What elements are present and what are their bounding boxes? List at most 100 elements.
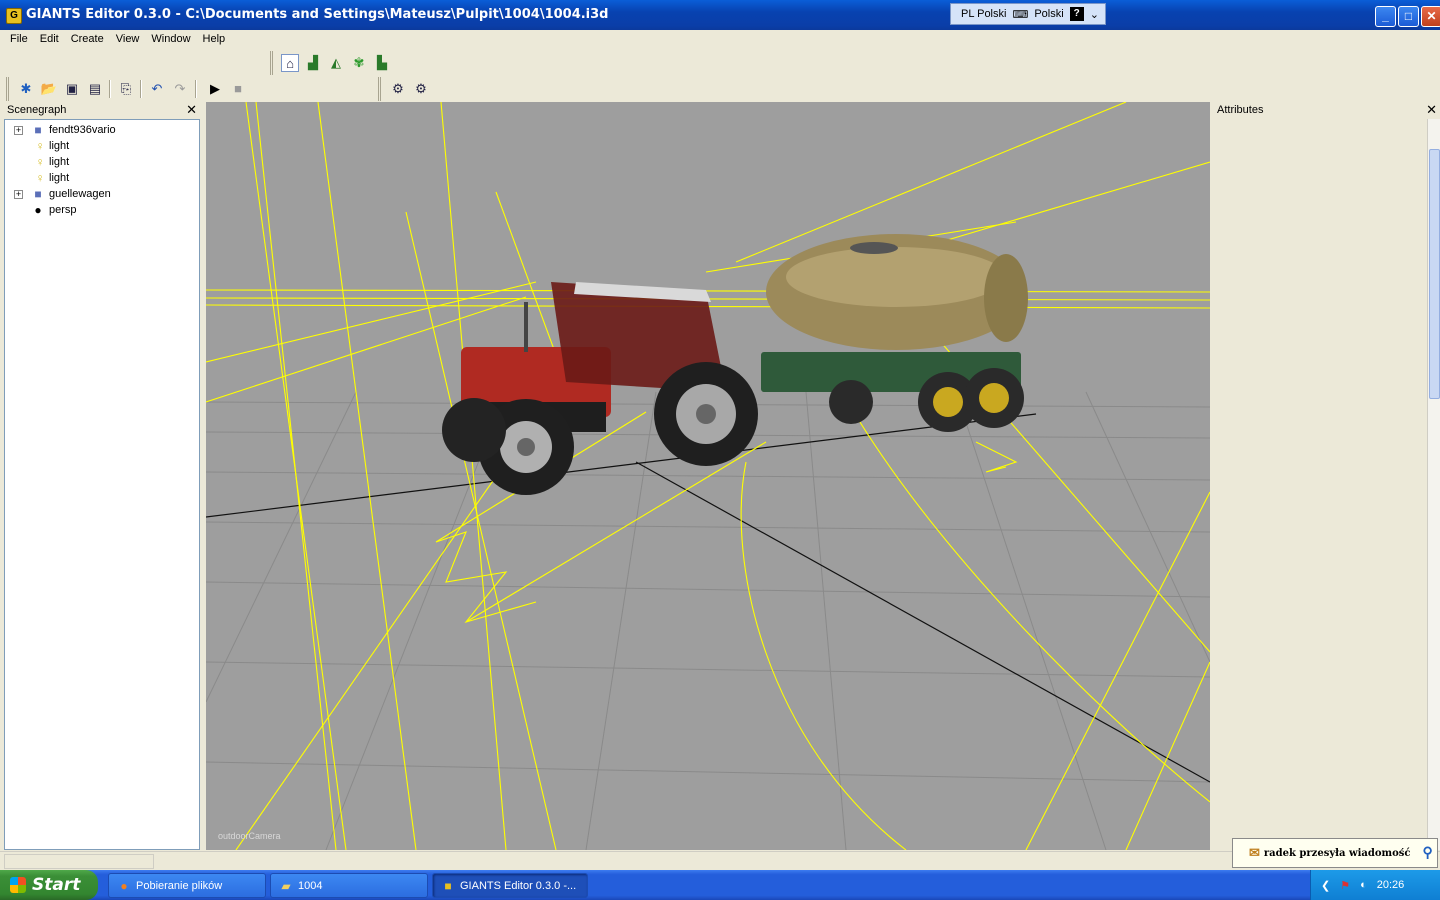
tree-node-label: persp <box>49 204 77 216</box>
settings-alt-icon[interactable]: ⚙ <box>412 80 430 98</box>
foliage-paint-icon[interactable]: ✾ <box>350 54 368 72</box>
main-toolbar: ✱ 📂 ▣ ▤ ⎘ ↶ ↷ ▶ ■ <box>6 77 376 101</box>
keyboard-layout[interactable]: Polski <box>1034 8 1063 20</box>
task-label: Pobieranie plików <box>136 879 223 892</box>
network-icon[interactable]: ◐ <box>1360 879 1367 891</box>
menu-view[interactable]: View <box>110 30 146 45</box>
title-bar: G GIANTS Editor 0.3.0 - C:\Documents and… <box>0 0 1440 30</box>
menu-bar: File Edit Create View Window Help <box>0 30 1440 50</box>
language-code[interactable]: PL Polski <box>961 8 1006 20</box>
tree-node-label: guellewagen <box>49 188 111 200</box>
scenegraph-panel: Scenegraph ✕ + ■ fendt936vario ♀ light ♀… <box>4 102 200 850</box>
texture-paint-icon[interactable]: ▙ <box>373 54 391 72</box>
expand-icon[interactable]: + <box>14 190 23 199</box>
start-button[interactable]: Start <box>0 870 98 900</box>
slurry-tanker-model[interactable] <box>761 234 1028 432</box>
transform-node-icon: ■ <box>34 187 42 201</box>
system-tray: ❮ ⚑ ◐ 20:26 <box>1310 870 1440 900</box>
menu-window[interactable]: Window <box>145 30 196 45</box>
tree-node-fendt936vario[interactable]: + ■ fendt936vario <box>5 122 199 138</box>
chevron-left-icon[interactable]: ❮ <box>1321 879 1330 892</box>
light-bulb-icon: ♀ <box>35 139 45 153</box>
giants-icon: ■ <box>444 878 452 893</box>
scrollbar-thumb[interactable] <box>1429 149 1440 399</box>
viewport-scene[interactable] <box>206 102 1210 850</box>
terrain-paint-icon[interactable]: ▟ <box>304 54 322 72</box>
settings-icon[interactable]: ⚙ <box>389 80 407 98</box>
close-icon[interactable]: ✕ <box>1426 102 1437 117</box>
flag-icon[interactable]: ⚑ <box>1340 879 1350 892</box>
import-icon[interactable]: ⎘ <box>117 80 135 98</box>
windows-logo-icon <box>10 877 26 893</box>
language-bar[interactable]: PL Polski ⌨ Polski ? ⌄ <box>950 3 1106 25</box>
clock[interactable]: 20:26 <box>1377 879 1405 891</box>
toolbar-separator <box>195 80 197 98</box>
help-icon[interactable]: ? <box>1069 7 1084 21</box>
camera-label: outdoorCamera <box>218 831 281 841</box>
open-icon[interactable]: 📂 <box>40 80 58 98</box>
task-label: 1004 <box>298 879 323 892</box>
new-icon[interactable]: ✱ <box>17 80 35 98</box>
firefox-icon: ● <box>120 878 128 893</box>
minimize-button[interactable]: _ <box>1375 6 1396 27</box>
attributes-header: Attributes ✕ <box>1214 102 1440 118</box>
attributes-scrollbar[interactable] <box>1427 119 1440 850</box>
light-bulb-icon: ♀ <box>35 171 45 185</box>
save-icon[interactable]: ▣ <box>63 80 81 98</box>
tree-node-label: fendt936vario <box>49 124 116 136</box>
window-title: GIANTS Editor 0.3.0 - C:\Documents and S… <box>26 7 609 22</box>
tree-node-label: light <box>49 140 70 152</box>
play-icon[interactable]: ▶ <box>206 80 224 98</box>
status-cell <box>4 854 154 869</box>
maximize-button[interactable]: □ <box>1398 6 1419 27</box>
tool-mode-toolbar: ⌂ ▟ ◭ ✾ ▙ <box>270 51 395 75</box>
world-axes <box>206 413 1210 783</box>
undo-icon[interactable]: ↶ <box>148 80 166 98</box>
scenegraph-title: Scenegraph <box>7 104 67 116</box>
folder-icon: ▰ <box>281 878 291 893</box>
menu-help[interactable]: Help <box>197 30 232 45</box>
start-label: Start <box>32 875 81 895</box>
attributes-content <box>1214 119 1426 850</box>
scenegraph-tree[interactable]: + ■ fendt936vario ♀ light ♀ light ♀ ligh… <box>4 119 200 850</box>
menu-create[interactable]: Create <box>65 30 110 45</box>
tree-node-light[interactable]: ♀ light <box>5 138 199 154</box>
app-icon[interactable]: G <box>6 8 22 24</box>
tree-node-label: light <box>49 156 70 168</box>
close-button[interactable]: ✕ <box>1421 6 1440 27</box>
menu-edit[interactable]: Edit <box>34 30 65 45</box>
toolbar-separator <box>140 80 142 98</box>
envelope-icon: ✉ <box>1249 845 1260 861</box>
chevron-down-icon[interactable]: ⌄ <box>1090 8 1099 21</box>
task-pobieranie[interactable]: ● Pobieranie plików <box>108 873 266 898</box>
keyboard-icon: ⌨ <box>1012 8 1029 21</box>
notification-text: radek przesyła wiadomość <box>1263 847 1411 859</box>
3d-viewport[interactable]: outdoorCamera <box>206 102 1210 850</box>
close-icon[interactable]: ✕ <box>186 102 197 117</box>
redo-icon[interactable]: ↷ <box>171 80 189 98</box>
task-label: GIANTS Editor 0.3.0 -... <box>460 879 577 892</box>
user-search-icon: ⚲ <box>1422 845 1433 861</box>
toolbar-separator <box>109 80 111 98</box>
camera-icon: ● <box>34 203 42 217</box>
terrain-sculpt-icon[interactable]: ◭ <box>327 54 345 72</box>
transform-node-icon: ■ <box>34 123 42 137</box>
status-bar <box>0 851 1440 870</box>
stop-icon[interactable]: ■ <box>229 80 247 98</box>
task-folder-1004[interactable]: ▰ 1004 <box>270 873 428 898</box>
attributes-panel: Attributes ✕ <box>1214 102 1440 850</box>
expand-icon[interactable]: + <box>14 126 23 135</box>
message-notification[interactable]: ✉ radek przesyła wiadomość ⚲ <box>1232 838 1438 868</box>
scenegraph-header: Scenegraph ✕ <box>4 102 200 118</box>
tree-node-label: light <box>49 172 70 184</box>
menu-file[interactable]: File <box>0 30 34 45</box>
tree-node-persp[interactable]: ● persp <box>5 202 199 218</box>
tree-node-guellewagen[interactable]: + ■ guellewagen <box>5 186 199 202</box>
tractor-model[interactable] <box>442 282 758 495</box>
tree-node-light[interactable]: ♀ light <box>5 170 199 186</box>
home-icon[interactable]: ⌂ <box>281 54 299 72</box>
tree-node-light[interactable]: ♀ light <box>5 154 199 170</box>
save-all-icon[interactable]: ▤ <box>86 80 104 98</box>
light-bulb-icon: ♀ <box>35 155 45 169</box>
task-giants-editor[interactable]: ■ GIANTS Editor 0.3.0 -... <box>432 873 588 898</box>
